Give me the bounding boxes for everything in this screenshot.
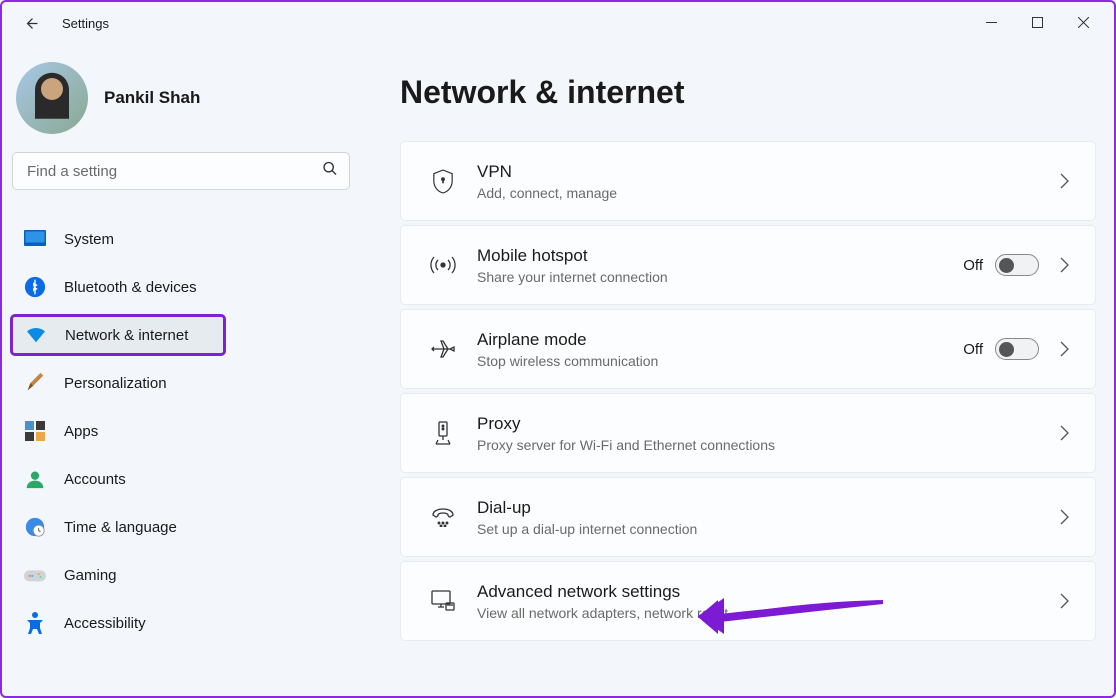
airplane-toggle[interactable] [995, 338, 1039, 360]
person-icon [24, 468, 46, 490]
sidebar-item-label: Apps [64, 423, 98, 440]
sidebar-item-label: Gaming [64, 567, 117, 584]
monitor-ethernet-icon [425, 589, 461, 613]
user-name: Pankil Shah [104, 88, 200, 108]
setting-card-vpn[interactable]: VPN Add, connect, manage [400, 141, 1096, 221]
sidebar-item-label: Personalization [64, 375, 167, 392]
setting-desc: Share your internet connection [477, 269, 963, 285]
close-button[interactable] [1060, 6, 1106, 38]
shield-icon [425, 168, 461, 194]
sidebar-item-network[interactable]: Network & internet [10, 314, 226, 356]
setting-title: Proxy [477, 413, 1057, 435]
avatar [16, 62, 88, 134]
sidebar: Pankil Shah System Bluetooth & devices [2, 44, 360, 696]
setting-card-hotspot[interactable]: Mobile hotspot Share your internet conne… [400, 225, 1096, 305]
sidebar-item-label: Network & internet [65, 327, 188, 344]
app-title: Settings [62, 16, 109, 31]
sidebar-item-label: Accounts [64, 471, 126, 488]
hotspot-icon [425, 254, 461, 276]
chevron-right-icon [1057, 509, 1071, 525]
setting-title: Advanced network settings [477, 581, 1057, 603]
wifi-icon [25, 324, 47, 346]
page-title: Network & internet [400, 74, 1096, 111]
setting-desc: Proxy server for Wi-Fi and Ethernet conn… [477, 437, 1057, 453]
display-icon [24, 228, 46, 250]
chevron-right-icon [1057, 425, 1071, 441]
sidebar-item-personalization[interactable]: Personalization [12, 362, 350, 404]
sidebar-item-label: Bluetooth & devices [64, 279, 197, 296]
sidebar-item-gaming[interactable]: Gaming [12, 554, 350, 596]
sidebar-item-accessibility[interactable]: Accessibility [12, 602, 350, 644]
search-icon [322, 161, 338, 182]
phone-icon [425, 507, 461, 527]
airplane-icon [425, 337, 461, 361]
bluetooth-icon [24, 276, 46, 298]
chevron-right-icon [1057, 341, 1071, 357]
clock-globe-icon [24, 516, 46, 538]
sidebar-item-label: Time & language [64, 519, 177, 536]
chevron-right-icon [1057, 257, 1071, 273]
setting-title: Dial-up [477, 497, 1057, 519]
chevron-right-icon [1057, 173, 1071, 189]
sidebar-item-time[interactable]: Time & language [12, 506, 350, 548]
hotspot-toggle[interactable] [995, 254, 1039, 276]
setting-desc: Add, connect, manage [477, 185, 1057, 201]
proxy-icon [425, 420, 461, 446]
sidebar-item-apps[interactable]: Apps [12, 410, 350, 452]
sidebar-item-label: System [64, 231, 114, 248]
setting-desc: Set up a dial-up internet connection [477, 521, 1057, 537]
setting-title: Mobile hotspot [477, 245, 963, 267]
user-profile[interactable]: Pankil Shah [12, 54, 350, 152]
gamepad-icon [24, 564, 46, 586]
setting-desc: View all network adapters, network reset [477, 605, 1057, 621]
toggle-state: Off [963, 257, 983, 274]
minimize-button[interactable] [968, 6, 1014, 38]
sidebar-item-accounts[interactable]: Accounts [12, 458, 350, 500]
toggle-state: Off [963, 341, 983, 358]
brush-icon [24, 372, 46, 394]
back-button[interactable] [20, 11, 44, 35]
setting-title: Airplane mode [477, 329, 963, 351]
main-panel: Network & internet VPN Add, connect, man… [360, 44, 1114, 696]
sidebar-item-system[interactable]: System [12, 218, 350, 260]
sidebar-item-bluetooth[interactable]: Bluetooth & devices [12, 266, 350, 308]
setting-card-advanced[interactable]: Advanced network settings View all netwo… [400, 561, 1096, 641]
setting-desc: Stop wireless communication [477, 353, 963, 369]
setting-title: VPN [477, 161, 1057, 183]
chevron-right-icon [1057, 593, 1071, 609]
apps-icon [24, 420, 46, 442]
setting-card-proxy[interactable]: Proxy Proxy server for Wi-Fi and Etherne… [400, 393, 1096, 473]
accessibility-icon [24, 612, 46, 634]
setting-card-dialup[interactable]: Dial-up Set up a dial-up internet connec… [400, 477, 1096, 557]
search-input[interactable] [12, 152, 350, 190]
maximize-button[interactable] [1014, 6, 1060, 38]
setting-card-airplane[interactable]: Airplane mode Stop wireless communicatio… [400, 309, 1096, 389]
sidebar-item-label: Accessibility [64, 615, 146, 632]
